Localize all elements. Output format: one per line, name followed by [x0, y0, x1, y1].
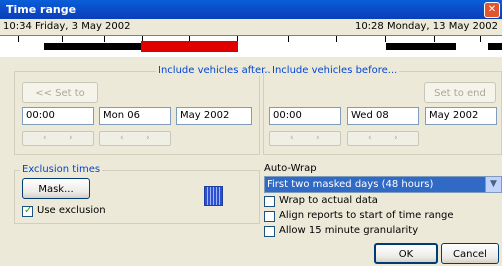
allow-15min-checkbox[interactable]: [264, 226, 275, 237]
timeline-tick: [62, 36, 63, 42]
chevron-right-icon: ›: [394, 133, 398, 143]
divider: [0, 56, 502, 57]
cancel-button[interactable]: Cancel: [441, 243, 499, 264]
timeline-tick: [385, 36, 386, 42]
autowrap-select[interactable]: First two masked days (48 hours) ▼: [264, 176, 502, 193]
after-month-field[interactable]: May 2002: [176, 107, 252, 125]
timeline-tick: [434, 36, 435, 42]
chevron-left-icon: ‹: [120, 133, 124, 143]
chevron-right-icon: ›: [146, 133, 150, 143]
autowrap-label: Auto-Wrap: [264, 163, 317, 174]
timeline-selected-range[interactable]: [141, 41, 238, 52]
before-month-field[interactable]: May 2002: [425, 107, 497, 125]
wrap-actual-data-checkbox[interactable]: [264, 196, 275, 207]
checkmark-icon: ✓: [24, 205, 33, 216]
window-title: Time range: [6, 3, 77, 16]
chevron-right-icon: ›: [69, 133, 73, 143]
timeline-tick: [336, 36, 337, 42]
exclusion-group-title: Exclusion times: [20, 164, 103, 175]
timeline-data-segment: [44, 43, 141, 50]
grid-icon: [204, 186, 223, 206]
chevron-left-icon: ‹: [368, 133, 372, 143]
use-exclusion-checkbox[interactable]: ✓: [22, 205, 33, 217]
before-time-field[interactable]: 00:00: [269, 107, 341, 125]
timeline-start-label: 10:34 Friday, 3 May 2002: [3, 21, 131, 32]
timeline-tick: [104, 36, 105, 42]
set-to-end-button[interactable]: Set to end >>: [424, 82, 496, 120]
timeline-end-label: 10:28 Monday, 13 May 2002: [354, 21, 498, 32]
allow-15min-label: Allow 15 minute granularity: [279, 225, 419, 236]
use-exclusion-label: Use exclusion: [37, 205, 106, 216]
after-time-field[interactable]: 00:00: [22, 107, 94, 125]
timeline-labels: 10:34 Friday, 3 May 2002 10:28 Monday, 1…: [0, 20, 502, 34]
set-to-start-button[interactable]: << Set to start: [22, 82, 98, 120]
time-range-dialog: Time range ✕ 10:34 Friday, 3 May 2002 10…: [0, 0, 502, 266]
mask-button[interactable]: Mask...: [22, 178, 90, 199]
align-reports-label: Align reports to start of time range: [279, 210, 454, 221]
before-group-title: Include vehicles before...: [270, 65, 400, 76]
chevron-down-icon[interactable]: ▼: [485, 177, 501, 192]
chevron-left-icon: ‹: [290, 133, 294, 143]
chevron-left-icon: ‹: [43, 133, 47, 143]
after-day-spinner[interactable]: ‹ ›: [99, 131, 171, 146]
chevron-right-icon: ›: [316, 133, 320, 143]
timeline-bar[interactable]: [0, 35, 502, 57]
after-group-title: Include vehicles after...: [156, 65, 276, 76]
autowrap-selected-value: First two masked days (48 hours): [267, 179, 434, 190]
before-day-field[interactable]: Wed 08: [347, 107, 419, 125]
timeline-tick: [480, 36, 481, 42]
close-icon[interactable]: ✕: [484, 2, 500, 18]
before-day-spinner[interactable]: ‹ ›: [347, 131, 419, 146]
wrap-actual-data-label: Wrap to actual data: [279, 195, 378, 206]
align-reports-checkbox[interactable]: [264, 211, 275, 222]
after-time-spinner[interactable]: ‹ ›: [22, 131, 94, 146]
timeline-tick: [18, 36, 19, 42]
title-bar[interactable]: Time range ✕: [0, 0, 502, 19]
after-day-field[interactable]: Mon 06: [99, 107, 171, 125]
before-time-spinner[interactable]: ‹ ›: [269, 131, 341, 146]
timeline-tick: [288, 36, 289, 42]
timeline-data-segment: [488, 43, 502, 50]
ok-button[interactable]: OK: [374, 243, 438, 264]
timeline-data-segment: [386, 43, 456, 50]
